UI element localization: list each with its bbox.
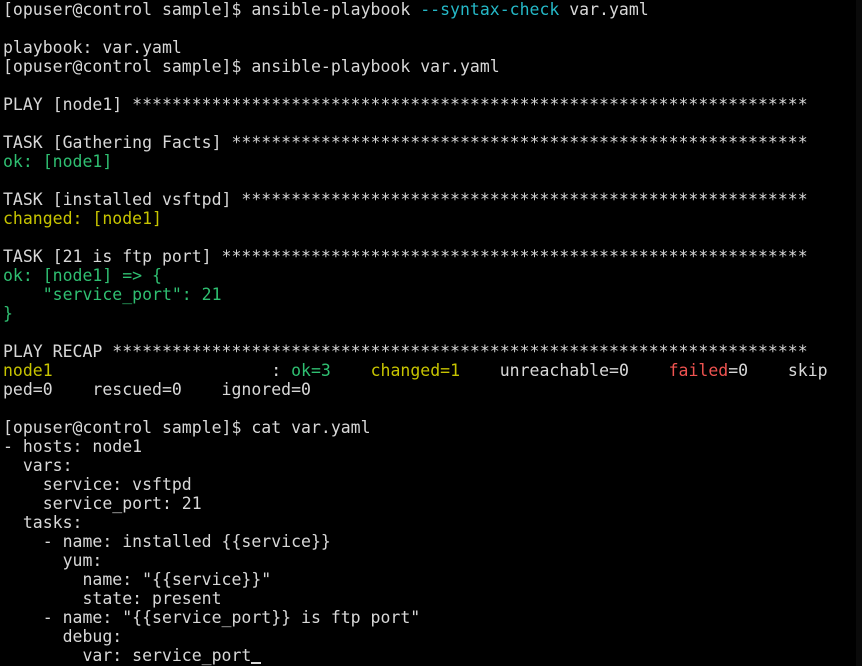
terminal-text-segment: tasks:	[3, 513, 83, 532]
terminal-line: changed: [node1]	[3, 209, 855, 228]
terminal-text-segment: ok=3	[291, 361, 331, 380]
terminal-text-segment: ped=0 rescued=0 ignored=0	[3, 380, 311, 399]
terminal-line: [opuser@control sample]$ ansible-playboo…	[3, 0, 855, 19]
terminal-line: ok: [node1]	[3, 152, 855, 171]
terminal-text-segment: =0 skip	[728, 361, 828, 380]
terminal-line: - hosts: node1	[3, 437, 855, 456]
terminal-line: yum:	[3, 551, 855, 570]
terminal-line: var: service_port	[3, 646, 855, 665]
terminal-text-segment: TASK [installed vsftpd] ****************…	[3, 190, 808, 209]
terminal-line: ped=0 rescued=0 ignored=0	[3, 380, 855, 399]
terminal-text-segment: unreachable=0	[460, 361, 669, 380]
terminal-text-segment: failed	[668, 361, 729, 380]
terminal-line: [opuser@control sample]$ ansible-playboo…	[3, 57, 855, 76]
terminal-text-segment: name: "{{service}}"	[3, 570, 272, 589]
terminal-text-segment: }	[3, 304, 13, 323]
terminal-line: TASK [Gathering Facts] *****************…	[3, 133, 855, 152]
terminal-line: PLAY [node1] ***************************…	[3, 95, 855, 114]
terminal-line: node1 : ok=3 changed=1 unreachable=0 fai…	[3, 361, 855, 380]
terminal-text-segment: changed=1	[370, 361, 460, 380]
terminal-text-segment: service_port: 21	[3, 494, 202, 513]
terminal-text-segment: changed: [node1]	[3, 209, 162, 228]
terminal-line: - name: "{{service_port}} is ftp port"	[3, 608, 855, 627]
terminal-text-segment: node1	[3, 361, 53, 380]
terminal-line: state: present	[3, 589, 855, 608]
terminal-text-segment: PLAY RECAP *****************************…	[3, 342, 808, 361]
terminal-text-segment: TASK [Gathering Facts] *****************…	[3, 133, 808, 152]
terminal-line: service: vsftpd	[3, 475, 855, 494]
terminal-text-segment: service: vsftpd	[3, 475, 192, 494]
terminal-line: playbook: var.yaml	[3, 38, 855, 57]
terminal-text-segment: :	[52, 361, 292, 380]
terminal-output[interactable]: [opuser@control sample]$ ansible-playboo…	[3, 0, 855, 666]
terminal-line: "service_port": 21	[3, 285, 855, 304]
terminal-text-segment: "service_port": 21	[3, 285, 222, 304]
terminal-text-segment: playbook: var.yaml	[3, 38, 182, 57]
terminal-text-segment: [opuser@control sample]$ cat var.yaml	[3, 418, 371, 437]
terminal-line: name: "{{service}}"	[3, 570, 855, 589]
terminal-line: service_port: 21	[3, 494, 855, 513]
terminal-line: }	[3, 304, 855, 323]
terminal-line: TASK [21 is ftp port] ******************…	[3, 247, 855, 266]
terminal-text-segment: PLAY [node1] ***************************…	[3, 95, 808, 114]
terminal-line: [opuser@control sample]$ cat var.yaml	[3, 418, 855, 437]
terminal-line: PLAY RECAP *****************************…	[3, 342, 855, 361]
terminal-text-segment: - name: installed {{service}}	[3, 532, 331, 551]
terminal-text-segment: var: service_port	[3, 646, 252, 665]
terminal-text-segment: - hosts: node1	[3, 437, 143, 456]
terminal-text-segment: - name: "{{service_port}} is ftp port"	[3, 608, 421, 627]
terminal-text-segment: debug:	[3, 627, 123, 646]
terminal-scrollbar[interactable]	[856, 0, 862, 666]
terminal-line: vars:	[3, 456, 855, 475]
terminal-text-segment: yum:	[3, 551, 103, 570]
terminal-line: ok: [node1] => {	[3, 266, 855, 285]
terminal-line: debug:	[3, 627, 855, 646]
terminal-text-segment: TASK [21 is ftp port] ******************…	[3, 247, 808, 266]
terminal-text-segment: var.yaml	[559, 0, 649, 19]
terminal-text-segment: [opuser@control sample]$ ansible-playboo…	[3, 0, 421, 19]
terminal-text-segment: [opuser@control sample]$ ansible-playboo…	[3, 57, 500, 76]
terminal-text-segment: --syntax-check	[420, 0, 560, 19]
terminal-text-segment: state: present	[3, 589, 222, 608]
terminal-cursor	[251, 662, 262, 664]
terminal-text-segment: ok: [node1]	[3, 152, 113, 171]
terminal-line: TASK [installed vsftpd] ****************…	[3, 190, 855, 209]
terminal-line: - name: installed {{service}}	[3, 532, 855, 551]
terminal-line: tasks:	[3, 513, 855, 532]
terminal-text-segment: vars:	[3, 456, 73, 475]
terminal-text-segment: ok: [node1] => {	[3, 266, 162, 285]
